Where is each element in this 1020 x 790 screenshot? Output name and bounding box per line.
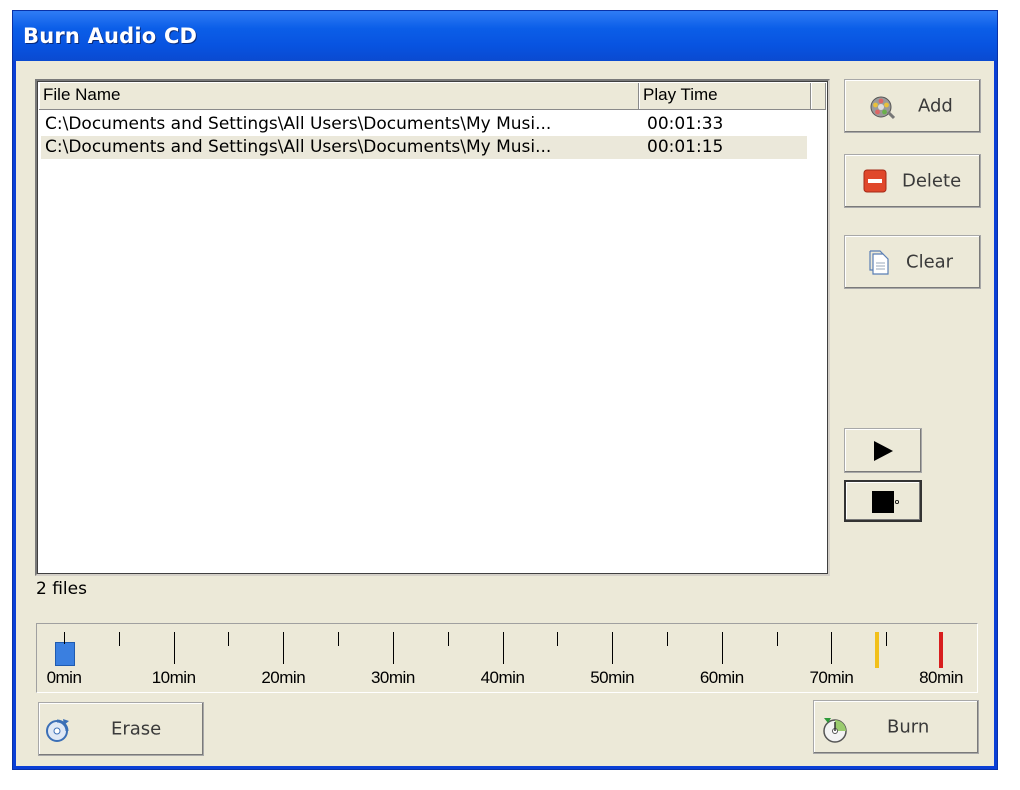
- timeline-label: 10min: [151, 668, 196, 687]
- capacity-limit-marker: [939, 632, 943, 668]
- add-button[interactable]: Add: [844, 79, 981, 133]
- delete-button[interactable]: Delete: [844, 154, 981, 208]
- timeline-tick: [776, 632, 778, 646]
- document-icon: [867, 250, 891, 275]
- timeline-tick: [557, 632, 559, 646]
- film-reel-icon: [869, 94, 896, 120]
- timeline-tick: [118, 632, 120, 646]
- play-time-cell: 00:01:33: [647, 114, 724, 134]
- stop-icon: [870, 489, 899, 513]
- column-header-play-time[interactable]: Play Time: [639, 83, 811, 109]
- play-time-cell: 00:01:15: [647, 137, 724, 157]
- column-header-filler: [811, 83, 826, 109]
- file-list[interactable]: File Name Play Time C:\Documents and Set…: [35, 79, 830, 576]
- burn-button[interactable]: Burn: [813, 700, 979, 754]
- burn-label: Burn: [887, 716, 930, 738]
- timeline-tick: [173, 632, 175, 664]
- timeline-tick: [447, 632, 449, 646]
- timeline-tick: [886, 632, 888, 646]
- disc-capacity-timeline: 0min 10min 20min 30min 40min 50min 60min 70min 8…: [36, 623, 978, 693]
- timeline-tick: [721, 632, 723, 664]
- timeline-label: 40min: [480, 668, 525, 687]
- used-space-marker: [55, 642, 75, 666]
- erase-button[interactable]: Erase: [38, 702, 204, 756]
- play-icon: [871, 439, 895, 463]
- warning-limit-marker: [875, 632, 880, 668]
- list-item[interactable]: C:\Documents and Settings\All Users\Docu…: [41, 113, 807, 136]
- used-space-tick: [64, 632, 65, 644]
- minus-red-icon: [863, 169, 887, 193]
- list-item-selected[interactable]: C:\Documents and Settings\All Users\Docu…: [41, 136, 807, 159]
- timeline-tick: [831, 632, 833, 664]
- clear-button[interactable]: Clear: [844, 235, 981, 289]
- play-button[interactable]: [844, 428, 922, 473]
- stop-button[interactable]: [844, 480, 922, 522]
- delete-label: Delete: [902, 170, 962, 192]
- file-name-cell: C:\Documents and Settings\All Users\Docu…: [45, 114, 552, 134]
- clear-label: Clear: [906, 251, 954, 273]
- add-label: Add: [918, 95, 953, 117]
- timeline-tick: [666, 632, 668, 646]
- timeline-label: 80min: [919, 668, 963, 687]
- timeline-tick: [612, 632, 614, 664]
- timeline-label: 50min: [590, 668, 635, 687]
- file-count-status: 2 files: [36, 579, 87, 599]
- disc-burn-icon: [820, 715, 847, 743]
- timeline-tick: [283, 632, 285, 664]
- timeline-label: 30min: [370, 668, 415, 687]
- disc-erase-icon: [44, 717, 69, 742]
- column-header-file-name[interactable]: File Name: [39, 83, 639, 109]
- window-client-area: File Name Play Time C:\Documents and Set…: [16, 61, 994, 766]
- timeline-label: 60min: [699, 668, 744, 687]
- timeline-label: 0min: [46, 668, 82, 687]
- timeline-tick: [338, 632, 340, 646]
- timeline-tick: [228, 632, 230, 646]
- erase-label: Erase: [111, 718, 162, 740]
- title-bar[interactable]: Burn Audio CD: [13, 11, 997, 61]
- timeline-label: 70min: [809, 668, 854, 687]
- burn-audio-cd-window: Burn Audio CD File Name Play Time C:\Doc…: [12, 10, 998, 770]
- file-name-cell: C:\Documents and Settings\All Users\Docu…: [45, 137, 552, 157]
- timeline-tick: [502, 632, 504, 664]
- timeline-tick: [392, 632, 394, 664]
- window-title: Burn Audio CD: [23, 24, 198, 48]
- list-header: File Name Play Time: [39, 83, 826, 110]
- timeline-label: 20min: [261, 668, 306, 687]
